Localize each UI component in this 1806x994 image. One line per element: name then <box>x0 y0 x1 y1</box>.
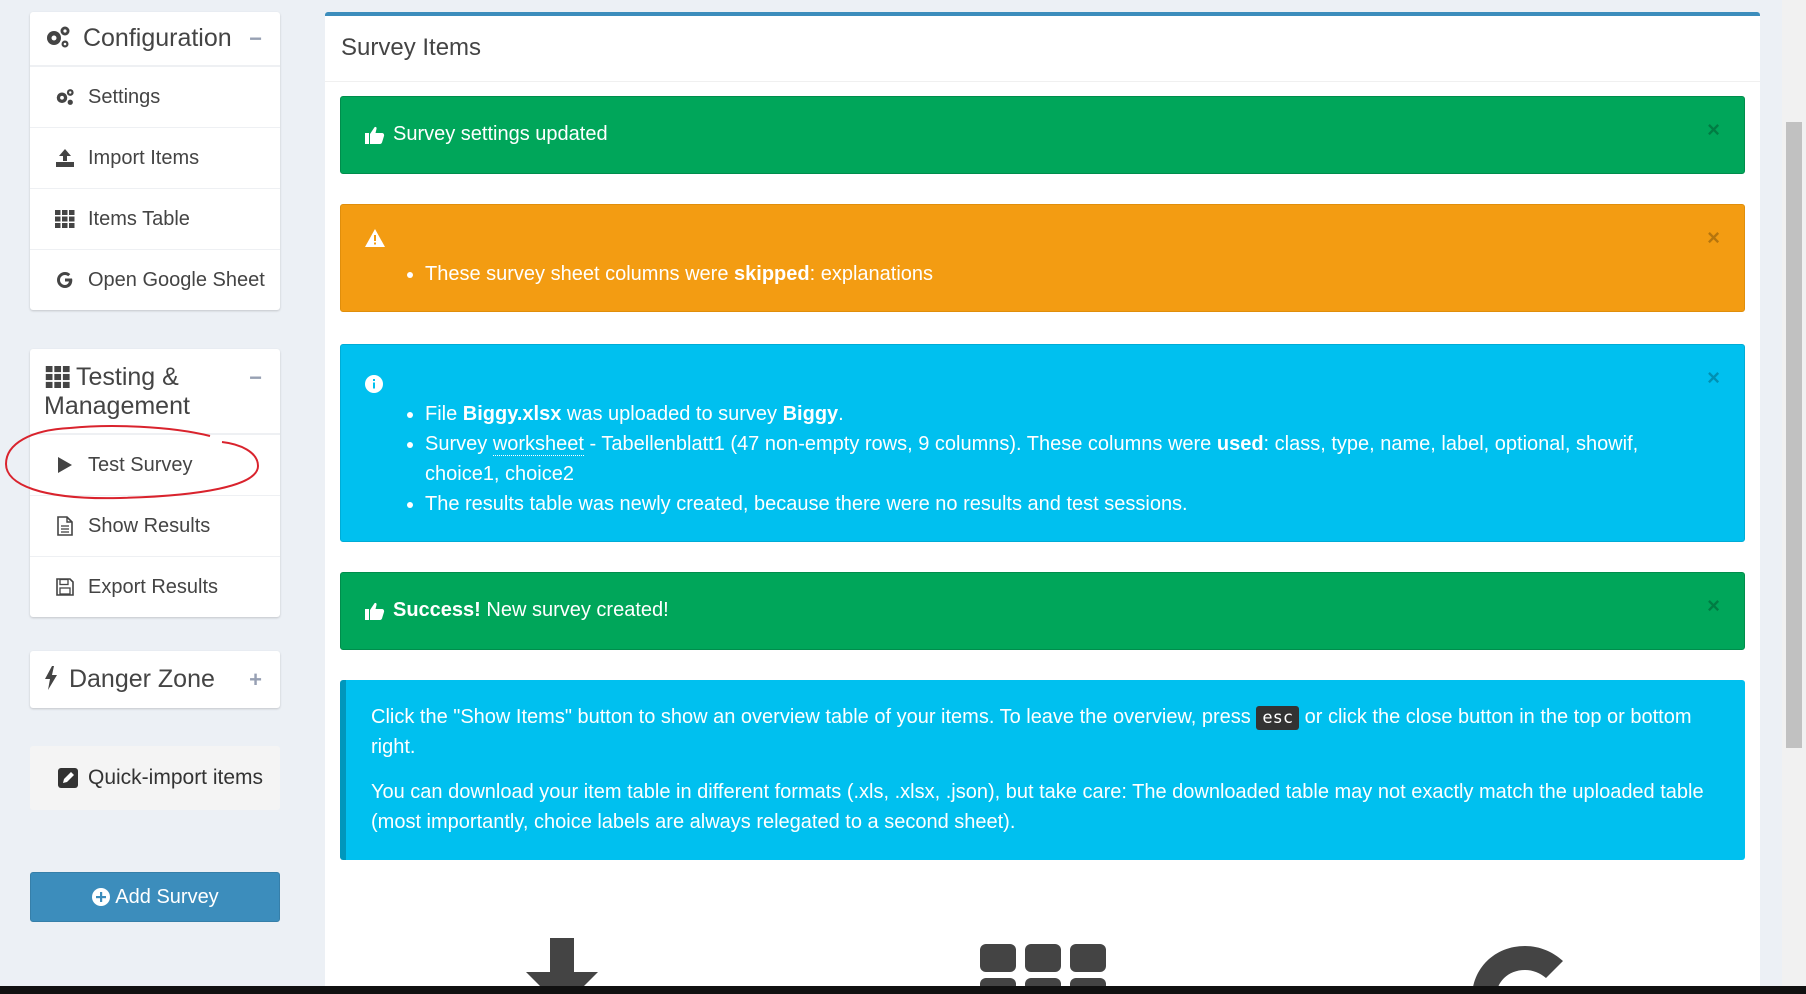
danger-zone-header[interactable]: Danger Zone + <box>30 651 280 708</box>
gears-icon <box>54 88 76 106</box>
sidebar-item-label: Items Table <box>88 207 190 230</box>
settings-updated-alert: Survey settings updated × <box>340 96 1745 174</box>
close-alert-button[interactable]: × <box>1707 365 1720 391</box>
upload-info-list: File Biggy.xlsx was uploaded to survey B… <box>341 399 1704 519</box>
skipped-columns-alert: These survey sheet columns were skipped:… <box>340 204 1745 312</box>
bottom-scroll-track <box>0 986 1806 994</box>
danger-zone-box: Danger Zone + <box>30 651 280 708</box>
upload-icon <box>54 148 76 168</box>
sidebar-item-show-results[interactable]: Show Results <box>30 495 280 556</box>
sidebar: Configuration − Settings Import Items It… <box>0 0 300 994</box>
configuration-header: Configuration − <box>30 12 280 66</box>
grid-icon <box>54 210 76 228</box>
alert-text: Survey settings updated <box>393 123 608 145</box>
testing-management-header: Testing & Management − <box>30 349 280 434</box>
play-icon <box>54 456 76 474</box>
quick-import-label: Quick-import items <box>88 766 264 789</box>
quick-import-button[interactable]: Quick-import items <box>30 746 280 810</box>
list-item: The results table was newly created, bec… <box>425 489 1704 519</box>
add-survey-button[interactable]: Add Survey <box>30 872 280 922</box>
sidebar-item-settings[interactable]: Settings <box>30 66 280 127</box>
sidebar-item-label: Export Results <box>88 575 219 598</box>
survey-items-panel: Survey Items Survey settings updated × T… <box>325 12 1760 994</box>
save-icon <box>54 578 76 596</box>
callout-paragraph: Click the "Show Items" button to show an… <box>371 706 1692 758</box>
sidebar-item-label: Show Results <box>88 514 211 537</box>
success-alert: Success! New survey created! × <box>340 572 1745 650</box>
sidebar-item-export-results[interactable]: Export Results <box>30 556 280 617</box>
close-alert-button[interactable]: × <box>1707 593 1720 619</box>
sidebar-item-test-survey[interactable]: Test Survey <box>30 434 280 495</box>
sidebar-item-label: Test Survey <box>88 453 193 476</box>
scrollbar-thumb[interactable] <box>1786 122 1802 748</box>
sidebar-item-open-google-sheet[interactable]: Open Google Sheet <box>30 249 280 310</box>
sidebar-item-import-items[interactable]: Import Items <box>30 127 280 188</box>
configuration-title: Configuration <box>82 24 232 52</box>
plus-circle-icon <box>91 887 111 907</box>
success-label: Success! <box>393 599 481 621</box>
danger-zone-expand-button[interactable]: + <box>249 665 262 694</box>
testing-collapse-button[interactable]: − <box>249 363 262 392</box>
worksheet-link[interactable]: worksheet <box>492 433 584 456</box>
page-scrollbar[interactable] <box>1782 0 1806 994</box>
sidebar-item-label: Import Items <box>88 146 200 169</box>
page-title: Survey Items <box>325 16 1760 82</box>
sidebar-item-label: Settings <box>88 85 161 108</box>
google-icon <box>54 270 76 290</box>
danger-zone-title: Danger Zone <box>68 665 215 693</box>
document-icon <box>54 516 76 536</box>
sidebar-item-label: Open Google Sheet <box>88 268 265 291</box>
configuration-box: Configuration − Settings Import Items It… <box>30 12 280 310</box>
esc-key: esc <box>1256 706 1300 730</box>
list-item: File Biggy.xlsx was uploaded to survey B… <box>425 399 1704 429</box>
edit-icon <box>58 768 78 788</box>
grid-icon <box>45 366 70 388</box>
list-item: Survey worksheet - Tabellenblatt1 (47 no… <box>425 429 1704 489</box>
skipped-list: These survey sheet columns were skipped:… <box>341 259 933 289</box>
testing-management-box: Testing & Management − Test Survey Show … <box>30 349 280 617</box>
info-icon <box>365 375 383 393</box>
action-icons-row <box>325 924 1760 994</box>
bolt-icon <box>45 666 57 690</box>
add-survey-label: Add Survey <box>115 885 219 908</box>
close-alert-button[interactable]: × <box>1707 117 1720 143</box>
info-callout: Click the "Show Items" button to show an… <box>340 680 1745 860</box>
upload-info-alert: File Biggy.xlsx was uploaded to survey B… <box>340 344 1745 542</box>
list-item: These survey sheet columns were skipped:… <box>425 259 933 289</box>
close-alert-button[interactable]: × <box>1707 225 1720 251</box>
gears-icon <box>47 26 70 48</box>
alert-text: New survey created! <box>480 599 669 621</box>
warning-icon <box>365 229 385 247</box>
configuration-collapse-button[interactable]: − <box>249 24 262 53</box>
sidebar-item-items-table[interactable]: Items Table <box>30 188 280 249</box>
thumbs-up-icon <box>365 602 385 620</box>
thumbs-up-icon <box>365 126 385 144</box>
callout-paragraph: You can download your item table in diff… <box>371 781 1704 833</box>
